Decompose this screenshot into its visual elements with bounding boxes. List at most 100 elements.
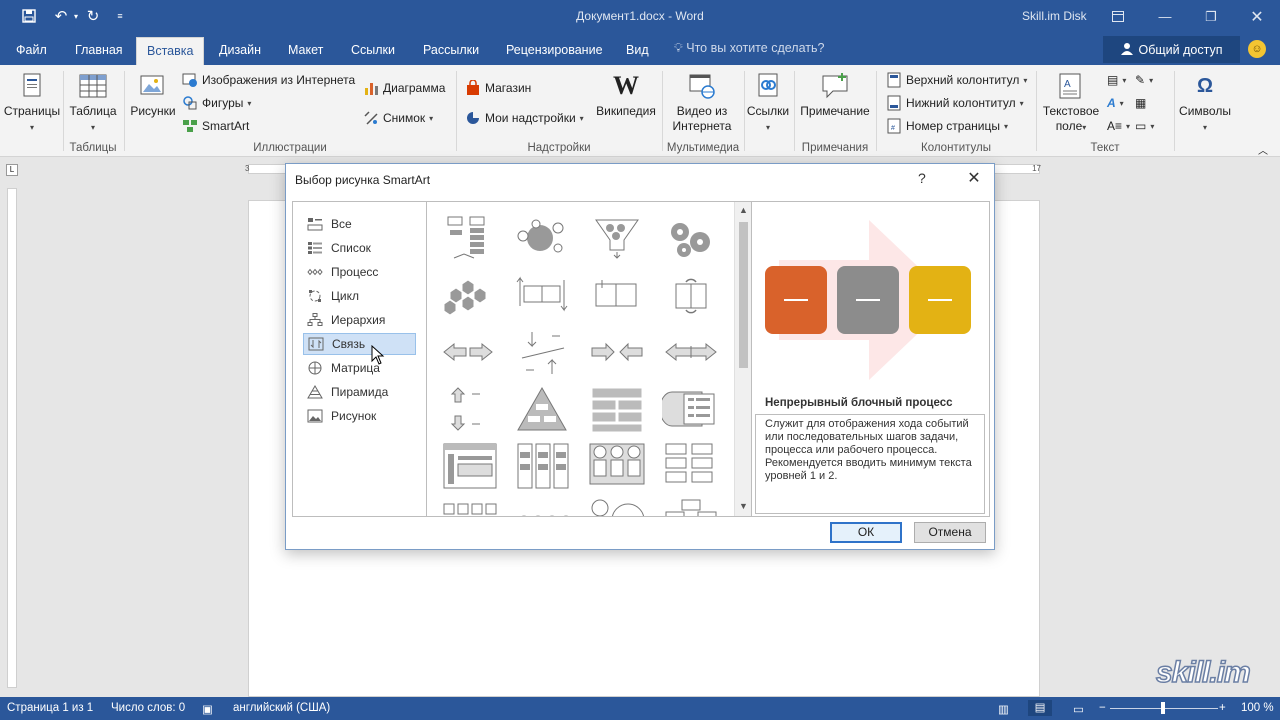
wikipedia-button[interactable]: W Википедия	[595, 71, 657, 119]
tab-selector[interactable]: L	[6, 164, 18, 176]
layout-thumbnail[interactable]	[440, 496, 498, 516]
help-button[interactable]: ?	[918, 170, 926, 186]
online-pictures-button[interactable]: Изображения из Интернета	[182, 70, 355, 90]
zoom-in-icon[interactable]: +	[1219, 702, 1226, 714]
account-name[interactable]: Skill.im Disk	[1022, 9, 1087, 23]
read-mode-icon[interactable]: ▥	[998, 702, 1009, 716]
feedback-smiley-icon[interactable]: ☺	[1248, 40, 1266, 58]
my-addins-button[interactable]: Мои надстройки ▾	[465, 108, 584, 128]
chart-button[interactable]: Диаграмма	[363, 78, 445, 98]
layout-thumbnail[interactable]	[514, 496, 572, 516]
tab-references[interactable]: Ссылки	[341, 37, 405, 65]
gallery-scrollbar[interactable]: ▲ ▼	[734, 202, 752, 516]
layout-thumbnail[interactable]	[440, 440, 498, 490]
footer-button[interactable]: Нижний колонтитул ▾	[886, 93, 1024, 113]
layout-thumbnail[interactable]	[588, 214, 646, 264]
word-count[interactable]: Число слов: 0	[111, 702, 185, 714]
object-button[interactable]: ▭ ▾	[1135, 116, 1154, 136]
online-video-button[interactable]: Видео из Интернета	[666, 71, 738, 134]
dropcap-button[interactable]: A≡ ▾	[1107, 116, 1130, 136]
category-relationship[interactable]: Связь	[303, 333, 416, 355]
svg-text:A: A	[1064, 79, 1071, 90]
layout-thumbnail[interactable]	[440, 214, 498, 264]
layout-thumbnail[interactable]	[662, 328, 720, 378]
category-matrix[interactable]: Матрица	[303, 357, 416, 379]
print-layout-icon[interactable]: ▤	[1028, 700, 1052, 716]
tab-view[interactable]: Вид	[616, 37, 659, 65]
layout-thumbnail[interactable]	[588, 384, 646, 434]
store-button[interactable]: Магазин	[465, 78, 531, 98]
layout-thumbnail[interactable]	[588, 496, 646, 516]
category-picture[interactable]: Рисунок	[303, 405, 416, 427]
scroll-up-icon[interactable]: ▲	[735, 202, 752, 218]
language[interactable]: английский (США)	[233, 702, 330, 714]
category-list-item[interactable]: Список	[303, 237, 416, 259]
zoom-slider-handle[interactable]	[1161, 702, 1165, 714]
links-button[interactable]: Ссылки ▾	[744, 71, 792, 135]
tab-review[interactable]: Рецензирование	[496, 37, 613, 65]
tab-file[interactable]: Файл	[6, 37, 57, 65]
layout-thumbnail[interactable]	[662, 272, 720, 322]
header-button[interactable]: Верхний колонтитул ▾	[886, 70, 1027, 90]
layout-thumbnail[interactable]	[514, 440, 572, 490]
scroll-down-icon[interactable]: ▼	[735, 498, 752, 514]
table-button[interactable]: Таблица ▾	[66, 71, 120, 135]
layout-thumbnail[interactable]	[588, 272, 646, 322]
collapse-ribbon-icon[interactable]: ︿	[1258, 139, 1268, 159]
category-pyramid[interactable]: Пирамида	[303, 381, 416, 403]
layout-thumbnail[interactable]	[440, 328, 498, 378]
layout-thumbnail[interactable]	[662, 496, 720, 516]
smartart-button[interactable]: SmartArt	[182, 116, 249, 136]
tab-insert[interactable]: Вставка	[136, 37, 205, 65]
close-window-icon[interactable]: ✕	[1234, 0, 1280, 33]
vertical-ruler[interactable]	[7, 188, 17, 688]
layout-thumbnail[interactable]	[440, 272, 498, 322]
web-layout-icon[interactable]: ▭	[1073, 702, 1084, 716]
dialog-title: Выбор рисунка SmartArt	[295, 173, 431, 187]
comment-button[interactable]: Примечание	[797, 71, 873, 119]
category-all[interactable]: Все	[303, 213, 416, 235]
quick-parts-button[interactable]: ▤ ▾	[1107, 70, 1126, 90]
screenshot-button[interactable]: Снимок ▾	[363, 108, 433, 128]
cancel-button[interactable]: Отмена	[914, 522, 986, 543]
tab-layout[interactable]: Макет	[278, 37, 333, 65]
close-icon[interactable]: ✕	[962, 168, 986, 188]
tab-home[interactable]: Главная	[65, 37, 133, 65]
symbols-button[interactable]: Ω Символы ▾	[1176, 71, 1234, 135]
category-cycle[interactable]: Цикл	[303, 285, 416, 307]
layout-thumbnail[interactable]	[662, 440, 720, 490]
restore-icon[interactable]: ❐	[1188, 0, 1234, 33]
date-time-button[interactable]: ▦	[1135, 93, 1146, 113]
wordart-button[interactable]: A ▾	[1107, 93, 1124, 113]
share-button[interactable]: Общий доступ	[1103, 36, 1240, 63]
layout-thumbnail[interactable]	[662, 384, 720, 434]
shapes-icon	[183, 96, 197, 110]
tell-me-box[interactable]: 💡︎ Что вы хотите сделать?	[674, 41, 824, 56]
textbox-button[interactable]: A Текстовое поле▾	[1039, 71, 1103, 135]
layout-thumbnail[interactable]	[514, 214, 572, 264]
minimize-icon[interactable]: —	[1142, 0, 1188, 33]
scrollbar-thumb[interactable]	[739, 222, 748, 368]
page-number-button[interactable]: # Номер страницы ▾	[886, 116, 1008, 136]
layout-thumbnail[interactable]	[588, 328, 646, 378]
layout-thumbnail[interactable]	[662, 214, 720, 264]
pictures-button[interactable]: Рисунки	[127, 71, 179, 119]
layout-thumbnail[interactable]	[514, 384, 572, 434]
layout-thumbnail[interactable]	[514, 328, 572, 378]
layout-thumbnail[interactable]	[588, 440, 646, 490]
page-count[interactable]: Страница 1 из 1	[7, 702, 93, 714]
ribbon-display-icon[interactable]	[1095, 0, 1141, 33]
proofing-icon[interactable]: ▣	[202, 702, 213, 716]
signature-line-button[interactable]: ✎ ▾	[1135, 70, 1153, 90]
category-hierarchy[interactable]: Иерархия	[303, 309, 416, 331]
tab-mailings[interactable]: Рассылки	[413, 37, 489, 65]
shapes-button[interactable]: Фигуры ▾	[182, 93, 251, 113]
zoom-level[interactable]: 100 %	[1241, 702, 1274, 714]
zoom-out-icon[interactable]: −	[1099, 702, 1106, 714]
category-process[interactable]: Процесс	[303, 261, 416, 283]
layout-thumbnail[interactable]	[514, 272, 572, 322]
tab-design[interactable]: Дизайн	[209, 37, 271, 65]
pages-button[interactable]: Страницы ▾	[2, 71, 62, 135]
layout-thumbnail[interactable]	[440, 384, 498, 434]
ok-button[interactable]: ОК	[830, 522, 902, 543]
